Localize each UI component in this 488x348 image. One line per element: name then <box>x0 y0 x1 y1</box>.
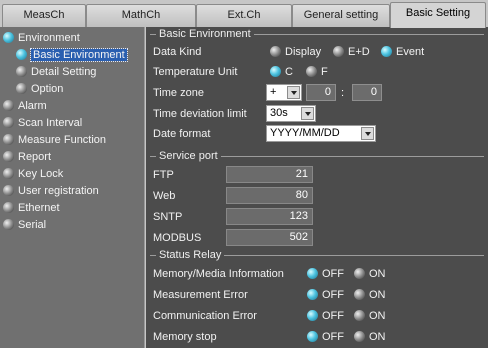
chevron-down-icon[interactable] <box>361 127 374 140</box>
sidebar-item-report[interactable]: Report <box>3 149 51 165</box>
data-kind-ed-radio[interactable]: E+D <box>333 45 370 59</box>
time-deviation-label: Time deviation limit <box>153 108 247 120</box>
sidebar-item-option[interactable]: Option <box>16 81 63 97</box>
sidebar-item-basic-environment[interactable]: Basic Environment <box>16 47 128 63</box>
node-icon <box>3 151 14 162</box>
temperature-unit-label: Temperature Unit <box>153 66 238 78</box>
node-icon <box>3 168 14 179</box>
sidebar-item-detail-setting[interactable]: Detail Setting <box>16 64 96 80</box>
node-icon <box>3 219 14 230</box>
radio-selected-icon <box>381 46 392 57</box>
radio-selected-icon <box>307 268 318 279</box>
radio-unselected-icon <box>270 46 281 57</box>
temperature-f-radio[interactable]: F <box>306 65 328 79</box>
relay-label-memory-media: Memory/Media Information <box>153 268 284 280</box>
port-label-ftp: FTP <box>153 169 174 181</box>
relay-memory-media-on-radio[interactable]: ON <box>354 267 386 281</box>
radio-selected-icon <box>307 289 318 300</box>
sidebar-item-alarm[interactable]: Alarm <box>3 98 47 114</box>
settings-window: MeasCh MathCh Ext.Ch General setting Bas… <box>0 0 488 348</box>
radio-unselected-icon <box>354 289 365 300</box>
node-icon <box>16 83 27 94</box>
data-kind-label: Data Kind <box>153 46 202 58</box>
tab-bar: MeasCh MathCh Ext.Ch General setting Bas… <box>0 0 488 28</box>
time-zone-minutes-field[interactable]: 0 <box>352 84 382 101</box>
time-deviation-select[interactable]: 30s <box>266 105 316 122</box>
node-icon <box>3 100 14 111</box>
node-icon <box>3 185 14 196</box>
basic-environment-title: Basic Environment <box>156 28 254 40</box>
relay-measurement-error-on-radio[interactable]: ON <box>354 288 386 302</box>
tab-general-setting[interactable]: General setting <box>292 4 390 27</box>
port-field-modbus[interactable]: 502 <box>226 229 313 246</box>
sidebar-item-environment[interactable]: Environment <box>3 30 80 46</box>
active-node-icon <box>16 49 27 60</box>
relay-label-memory-stop: Memory stop <box>153 331 217 343</box>
port-field-ftp[interactable]: 21 <box>226 166 313 183</box>
tab-basic-setting[interactable]: Basic Setting <box>390 2 486 28</box>
time-zone-label: Time zone <box>153 87 204 99</box>
radio-unselected-icon <box>306 66 317 77</box>
relay-label-measurement-error: Measurement Error <box>153 289 248 301</box>
data-kind-event-radio[interactable]: Event <box>381 45 424 59</box>
data-kind-display-radio[interactable]: Display <box>270 45 321 59</box>
relay-communication-error-off-radio[interactable]: OFF <box>307 309 344 323</box>
tab-extch[interactable]: Ext.Ch <box>196 4 292 27</box>
tab-measch[interactable]: MeasCh <box>2 4 86 27</box>
relay-measurement-error-off-radio[interactable]: OFF <box>307 288 344 302</box>
port-label-sntp: SNTP <box>153 211 183 223</box>
sidebar-item-scan-interval[interactable]: Scan Interval <box>3 115 82 131</box>
date-format-select[interactable]: YYYY/MM/DD <box>266 125 376 142</box>
status-relay-title: Status Relay <box>156 249 225 261</box>
chevron-down-icon[interactable] <box>301 107 314 120</box>
service-port-title: Service port <box>156 150 221 162</box>
port-field-web[interactable]: 80 <box>226 187 313 204</box>
settings-sidebar: Environment Basic Environment Detail Set… <box>0 27 145 348</box>
relay-label-communication-error: Communication Error <box>153 310 257 322</box>
node-icon <box>3 117 14 128</box>
expanded-node-icon <box>3 32 14 43</box>
port-label-modbus: MODBUS <box>153 232 202 244</box>
time-separator: : <box>341 87 345 99</box>
relay-communication-error-on-radio[interactable]: ON <box>354 309 386 323</box>
sidebar-item-key-lock[interactable]: Key Lock <box>3 166 63 182</box>
relay-memory-media-off-radio[interactable]: OFF <box>307 267 344 281</box>
port-field-sntp[interactable]: 123 <box>226 208 313 225</box>
temperature-c-radio[interactable]: C <box>270 65 293 79</box>
tab-mathch[interactable]: MathCh <box>86 4 196 27</box>
node-icon <box>3 134 14 145</box>
radio-selected-icon <box>307 310 318 321</box>
node-icon <box>16 66 27 77</box>
radio-selected-icon <box>307 331 318 342</box>
settings-panel: Basic Environment Data Kind Display E+D … <box>146 27 488 348</box>
radio-unselected-icon <box>354 331 365 342</box>
sidebar-item-measure-function[interactable]: Measure Function <box>3 132 106 148</box>
date-format-label: Date format <box>153 128 211 140</box>
node-icon <box>3 202 14 213</box>
chevron-down-icon[interactable] <box>287 86 300 99</box>
radio-unselected-icon <box>333 46 344 57</box>
time-zone-hours-field[interactable]: 0 <box>306 84 336 101</box>
time-zone-sign-select[interactable]: + <box>266 84 302 101</box>
radio-unselected-icon <box>354 268 365 279</box>
radio-selected-icon <box>270 66 281 77</box>
relay-memory-stop-off-radio[interactable]: OFF <box>307 330 344 344</box>
relay-memory-stop-on-radio[interactable]: ON <box>354 330 386 344</box>
port-label-web: Web <box>153 190 176 202</box>
sidebar-item-user-registration[interactable]: User registration <box>3 183 99 199</box>
radio-unselected-icon <box>354 310 365 321</box>
sidebar-item-serial[interactable]: Serial <box>3 217 46 233</box>
sidebar-item-ethernet[interactable]: Ethernet <box>3 200 60 216</box>
